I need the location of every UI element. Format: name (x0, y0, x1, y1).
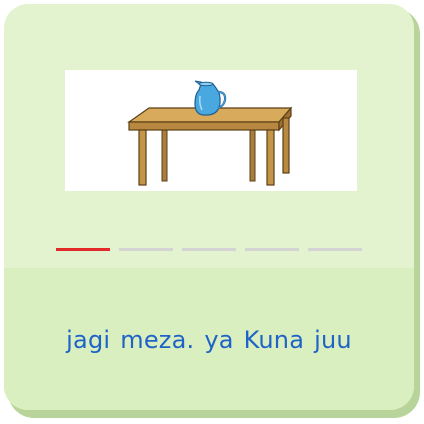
progress-segment-4 (245, 248, 299, 251)
table-front-leg-left (138, 129, 147, 186)
table-with-jug-illustration (127, 80, 293, 186)
progress-segment-3 (182, 248, 236, 251)
word-tile[interactable]: meza. (120, 326, 194, 354)
table-apron-front (128, 121, 280, 131)
word-tile[interactable]: ya (204, 326, 233, 354)
progress-indicator (56, 248, 366, 252)
progress-segment-5 (308, 248, 362, 251)
word-tile[interactable]: Kuna (244, 326, 304, 354)
progress-segment-2 (119, 248, 173, 251)
progress-segment-1 (56, 248, 110, 251)
word-tile[interactable]: jagi (66, 326, 110, 354)
table-front-leg-right (266, 129, 275, 186)
word-bank: jagi meza. ya Kuna juu (4, 326, 414, 354)
word-tile[interactable]: juu (314, 326, 352, 354)
table-side-leg-right (282, 117, 290, 174)
exercise-card: jagi meza. ya Kuna juu (4, 4, 414, 410)
table-back-leg-right (249, 127, 256, 182)
illustration-panel (65, 70, 357, 191)
table-back-leg-left (161, 127, 168, 182)
